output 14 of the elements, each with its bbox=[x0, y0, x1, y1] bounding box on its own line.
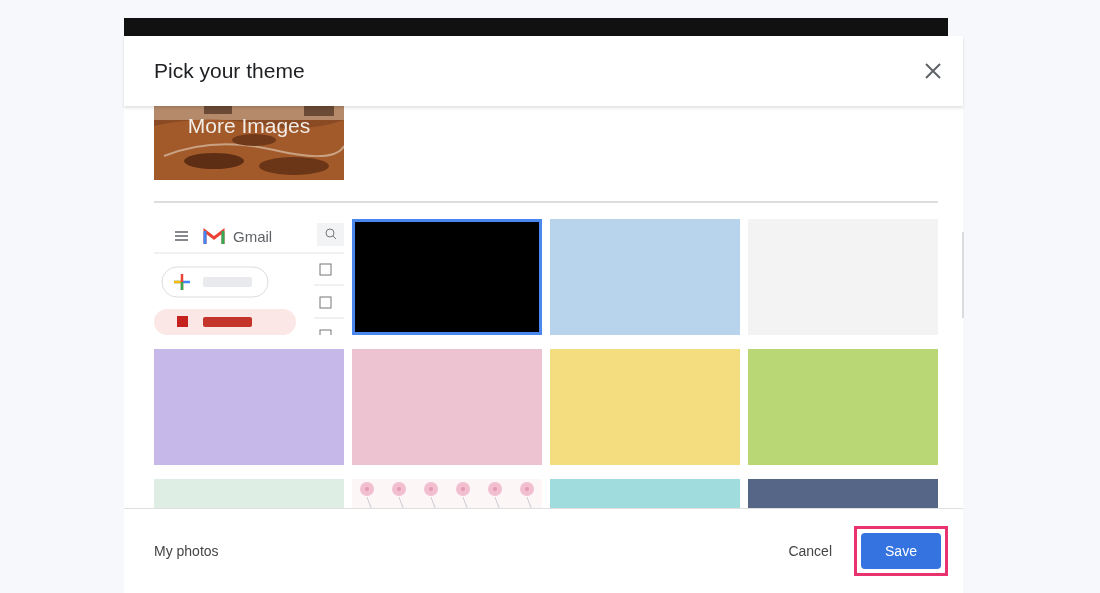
dialog-title: Pick your theme bbox=[154, 58, 305, 85]
more-images-label: More Images bbox=[186, 113, 312, 139]
theme-swatch[interactable] bbox=[748, 349, 938, 465]
theme-swatch[interactable] bbox=[154, 349, 344, 465]
theme-swatch[interactable] bbox=[550, 349, 740, 465]
save-button[interactable]: Save bbox=[861, 533, 941, 569]
app-name: Gmail bbox=[233, 227, 273, 247]
theme-swatch[interactable] bbox=[352, 219, 542, 335]
my-photos-link[interactable]: My photos bbox=[154, 540, 219, 562]
cancel-button[interactable]: Cancel bbox=[782, 539, 838, 563]
theme-swatch[interactable] bbox=[550, 219, 740, 335]
more-images-tile[interactable]: More Images bbox=[154, 106, 344, 180]
close-icon bbox=[923, 61, 943, 81]
theme-swatch[interactable] bbox=[352, 349, 542, 465]
